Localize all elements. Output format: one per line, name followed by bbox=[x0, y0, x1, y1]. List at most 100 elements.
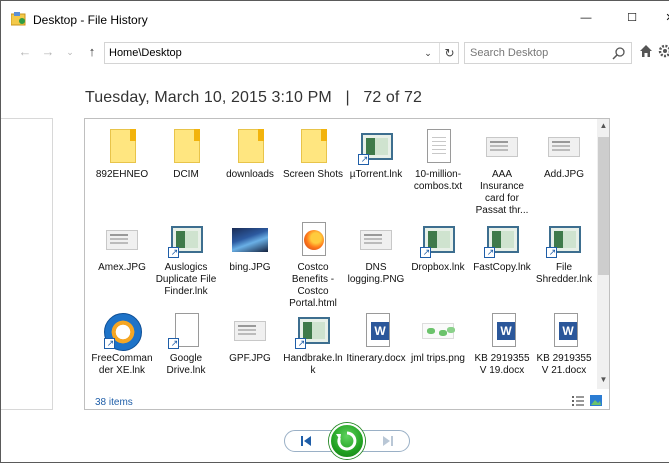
list-item[interactable]: downloads bbox=[219, 129, 281, 181]
map-thumbnail-icon bbox=[422, 323, 454, 339]
up-button[interactable]: ↑ bbox=[85, 44, 99, 60]
list-item[interactable]: 892EHNEO bbox=[91, 129, 153, 181]
list-item[interactable]: 10-million-combos.txt bbox=[407, 129, 469, 193]
list-item[interactable]: Google Drive.lnk bbox=[155, 313, 217, 377]
item-label: jml trips.png bbox=[411, 353, 465, 364]
close-icon: ✕ bbox=[665, 11, 669, 24]
home-icon[interactable] bbox=[639, 44, 653, 58]
item-label: Google Drive.lnk bbox=[166, 353, 206, 376]
details-view-icon[interactable] bbox=[572, 396, 584, 406]
list-item[interactable]: Handbrake.lnk bbox=[282, 313, 344, 377]
list-item[interactable]: Add.JPG bbox=[533, 129, 595, 181]
list-item[interactable]: Screen Shots bbox=[282, 129, 344, 181]
list-item[interactable]: Dropbox.lnk bbox=[407, 222, 469, 274]
recent-locations-button[interactable]: ⌄ bbox=[63, 44, 77, 60]
item-label: DNS logging.PNG bbox=[347, 262, 405, 285]
item-label: KB 2919355 V 19.docx bbox=[474, 353, 530, 376]
item-label: 10-million-combos.txt bbox=[413, 169, 463, 192]
folder-icon bbox=[110, 129, 136, 163]
image-thumbnail-icon bbox=[234, 321, 266, 341]
folder-icon bbox=[301, 129, 327, 163]
navigation-bar: ← → ⌄ ↑ Home\Desktop ⌄ ↻ Search Desktop bbox=[1, 39, 669, 67]
item-label: Itinerary.docx bbox=[346, 353, 406, 364]
item-label: downloads bbox=[226, 169, 274, 180]
file-history-app-icon bbox=[11, 12, 26, 26]
forward-button[interactable]: → bbox=[41, 44, 55, 60]
large-icons-view-icon[interactable] bbox=[590, 395, 602, 406]
item-label: AAA Insurance card for Passat thr... bbox=[475, 169, 529, 216]
shortcut-arrow-icon bbox=[104, 337, 116, 349]
item-label: Screen Shots bbox=[282, 169, 344, 180]
folder-icon bbox=[174, 129, 200, 163]
heading-separator: | bbox=[345, 89, 350, 106]
scroll-down-icon[interactable]: ▼ bbox=[597, 375, 609, 387]
shortcut-arrow-icon bbox=[358, 153, 370, 165]
file-grid: 892EHNEO DCIM downloads Screen Shots µTo… bbox=[85, 119, 597, 389]
previous-version-panel[interactable] bbox=[1, 118, 53, 410]
list-item[interactable]: bing.JPG bbox=[219, 222, 281, 274]
shortcut-arrow-icon bbox=[546, 246, 558, 258]
folder-icon bbox=[238, 129, 264, 163]
refresh-icon[interactable]: ↻ bbox=[439, 43, 459, 63]
item-label: Handbrake.lnk bbox=[283, 353, 343, 376]
address-path: Home\Desktop bbox=[109, 47, 182, 59]
list-item[interactable]: DCIM bbox=[155, 129, 217, 181]
list-item[interactable]: FastCopy.lnk bbox=[471, 222, 533, 274]
search-input[interactable]: Search Desktop bbox=[464, 42, 632, 64]
search-placeholder: Search Desktop bbox=[470, 47, 549, 59]
item-label: µTorrent.lnk bbox=[349, 169, 403, 180]
previous-version-button[interactable] bbox=[296, 432, 316, 450]
list-item[interactable]: W KB 2919355 V 21.docx bbox=[533, 313, 595, 377]
item-label: File Shredder.lnk bbox=[535, 262, 593, 285]
shortcut-arrow-icon bbox=[420, 246, 432, 258]
list-item[interactable]: W Itinerary.docx bbox=[345, 313, 407, 365]
item-label: Amex.JPG bbox=[98, 262, 146, 273]
item-label: Add.JPG bbox=[543, 169, 585, 180]
item-label: bing.JPG bbox=[229, 262, 271, 273]
restore-button[interactable] bbox=[329, 423, 365, 459]
title-bar[interactable]: Desktop - File History — ☐ ✕ bbox=[1, 1, 669, 34]
item-label: Dropbox.lnk bbox=[411, 262, 465, 273]
list-item[interactable]: File Shredder.lnk bbox=[533, 222, 595, 286]
list-item[interactable]: DNS logging.PNG bbox=[345, 222, 407, 286]
item-label: 892EHNEO bbox=[95, 169, 149, 180]
search-icon[interactable] bbox=[612, 46, 626, 60]
maximize-button[interactable]: ☐ bbox=[609, 1, 655, 34]
gear-icon[interactable] bbox=[658, 44, 669, 58]
list-item[interactable]: W KB 2919355 V 19.docx bbox=[471, 313, 533, 377]
list-item[interactable]: Auslogics Duplicate File Finder.lnk bbox=[155, 222, 217, 298]
firefox-icon bbox=[304, 230, 324, 250]
minimize-icon: — bbox=[580, 11, 592, 24]
list-item[interactable]: Amex.JPG bbox=[91, 222, 153, 274]
shortcut-arrow-icon bbox=[295, 337, 307, 349]
item-label: KB 2919355 V 21.docx bbox=[536, 353, 592, 376]
next-version-button[interactable] bbox=[378, 432, 398, 450]
word-doc-icon: W bbox=[492, 313, 516, 347]
shortcut-arrow-icon bbox=[168, 337, 180, 349]
text-file-icon bbox=[427, 129, 451, 163]
address-bar[interactable]: Home\Desktop ⌄ ↻ bbox=[104, 42, 459, 64]
list-item[interactable]: µTorrent.lnk bbox=[345, 129, 407, 181]
maximize-icon: ☐ bbox=[627, 12, 637, 24]
scroll-thumb[interactable] bbox=[598, 137, 609, 275]
list-item[interactable]: jml trips.png bbox=[407, 313, 469, 365]
vertical-scrollbar[interactable]: ▲ ▼ bbox=[597, 119, 609, 389]
item-label: FastCopy.lnk bbox=[473, 262, 531, 273]
list-item[interactable]: GPF.JPG bbox=[219, 313, 281, 365]
list-item[interactable]: AAA Insurance card for Passat thr... bbox=[471, 129, 533, 217]
address-dropdown-icon[interactable]: ⌄ bbox=[421, 46, 435, 60]
snapshot-position: 72 of 72 bbox=[363, 89, 422, 106]
scroll-up-icon[interactable]: ▲ bbox=[597, 121, 609, 133]
snapshot-heading: Tuesday, March 10, 2015 3:10 PM | 72 of … bbox=[85, 89, 422, 107]
close-button[interactable]: ✕ bbox=[655, 1, 669, 34]
item-count: 38 items bbox=[95, 397, 133, 408]
item-label: DCIM bbox=[173, 169, 199, 180]
shortcut-arrow-icon bbox=[484, 246, 496, 258]
word-doc-icon: W bbox=[366, 313, 390, 347]
snapshot-datetime: Tuesday, March 10, 2015 3:10 PM bbox=[85, 89, 332, 106]
backup-content-panel: 892EHNEO DCIM downloads Screen Shots µTo… bbox=[84, 118, 610, 410]
list-item[interactable]: Costco Benefits - Costco Portal.html bbox=[282, 222, 344, 310]
back-button[interactable]: ← bbox=[18, 44, 32, 60]
minimize-button[interactable]: — bbox=[563, 1, 609, 34]
list-item[interactable]: FreeCommander XE.lnk bbox=[91, 313, 153, 377]
